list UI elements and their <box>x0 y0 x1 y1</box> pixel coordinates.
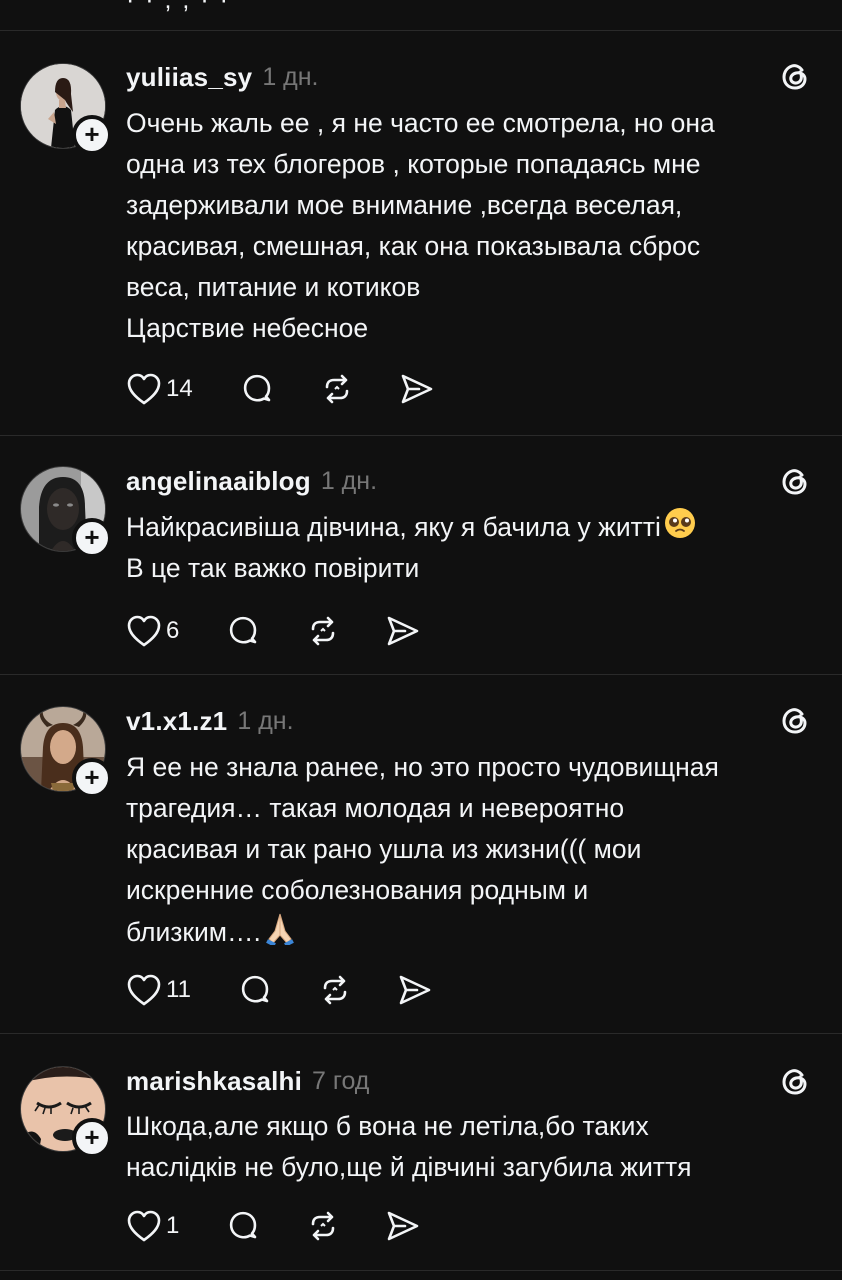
post-v1x1z1[interactable]: + v1.x1.z1 1 дн. Я ее не знала ранее, но… <box>0 675 842 1034</box>
timestamp: 1 дн. <box>320 466 378 495</box>
post-text-line: Найкрасивіша дівчина, яку я бачила у жит… <box>126 506 816 548</box>
post-text-line: Очень жаль ее , я не часто ее смотрела, … <box>126 108 715 138</box>
post-text-line: Я ее не знала ранее, но это просто чудов… <box>126 752 719 782</box>
timestamp: 1 дн. <box>262 62 319 91</box>
reply-button[interactable] <box>225 1208 261 1244</box>
follow-plus-button[interactable]: + <box>72 1118 112 1158</box>
heart-icon <box>127 1210 161 1242</box>
like-count: 6 <box>166 617 180 644</box>
previous-post-bottom: · · , , · · <box>0 0 842 31</box>
repost-button[interactable] <box>319 371 355 407</box>
heart-icon <box>127 974 161 1006</box>
avatar[interactable]: + <box>20 466 112 558</box>
comment-bubble-icon <box>241 975 269 1003</box>
comment-bubble-icon <box>230 1211 257 1239</box>
follow-plus-button[interactable]: + <box>72 518 112 558</box>
folded-hands-emoji <box>265 913 294 945</box>
reply-button[interactable] <box>239 371 275 407</box>
share-button[interactable] <box>397 972 433 1008</box>
follow-plus-button[interactable]: + <box>72 115 112 155</box>
repost-icon <box>323 975 347 1005</box>
repost-button[interactable] <box>305 1208 341 1244</box>
repost-icon <box>325 374 349 404</box>
avatar[interactable]: + <box>20 1066 112 1158</box>
share-button[interactable] <box>399 371 435 407</box>
share-button[interactable] <box>385 1208 421 1244</box>
username[interactable]: v1.x1.z1 <box>126 706 227 737</box>
post-text-line: красивая, смешная, как она показывала сб… <box>126 231 701 261</box>
heart-icon <box>127 615 161 647</box>
post-text-line: задерживали мое внимание ,всегда веселая… <box>126 190 683 220</box>
post-text-line: Шкода,але якщо б вона не летіла,бо таких <box>126 1111 649 1141</box>
post-text-line: искренние соболезнования родным и <box>126 875 589 905</box>
like-button[interactable]: 6 <box>126 614 179 648</box>
username[interactable]: yuliias_sy <box>126 62 252 93</box>
like-button[interactable]: 11 <box>126 973 191 1007</box>
username[interactable]: marishkasalhi <box>126 1066 302 1097</box>
post-text-line: наслідків не було,ще й дівчині загубила … <box>126 1152 692 1182</box>
share-button[interactable] <box>385 613 421 649</box>
send-icon <box>399 975 431 1005</box>
comment-bubble-icon <box>230 616 257 644</box>
threads-icon[interactable] <box>778 59 812 93</box>
threads-icon[interactable] <box>778 464 812 498</box>
post-body: Шкода,але якщо б вона не летіла,бо таких… <box>126 1106 816 1188</box>
threads-icon[interactable] <box>778 1064 812 1098</box>
timestamp: 7 год <box>312 1066 370 1095</box>
threads-icon[interactable] <box>778 703 812 737</box>
post-yuliias-sy[interactable]: + yuliias_sy 1 дн. Очень жаль ее , я не … <box>0 31 842 436</box>
heart-icon <box>127 373 161 405</box>
post-marishkasalhi[interactable]: + marishkasalhi 7 год Шкода,але якщо б в… <box>0 1034 842 1271</box>
avatar[interactable]: + <box>20 706 112 798</box>
send-icon <box>388 1211 419 1241</box>
repost-button[interactable] <box>317 972 353 1008</box>
post-text-line: красивая и так рано ушла из жизни((( мои <box>126 834 642 864</box>
send-icon <box>401 374 433 404</box>
post-body: Очень жаль ее , я не часто ее смотрела, … <box>126 103 816 349</box>
post-text-line: В це так важко повірити <box>126 553 420 583</box>
like-button[interactable]: 1 <box>126 1209 179 1243</box>
post-text-line: одна из тех блогеров , которые попадаясь… <box>126 149 701 179</box>
post-angelinaaiblog[interactable]: + angelinaaiblog 1 дн. Найкрасивіша дівч… <box>0 436 842 675</box>
post-text-line: близким…. <box>126 911 816 953</box>
timestamp: 1 дн. <box>237 706 294 735</box>
like-button[interactable]: 14 <box>126 372 193 406</box>
username[interactable]: angelinaaiblog <box>126 466 311 497</box>
pleading-face-emoji <box>664 508 695 538</box>
post-text-line: веса, питание и котиков <box>126 272 421 302</box>
cut-off-text: · · , , · · <box>126 0 230 14</box>
like-count: 11 <box>166 976 191 1003</box>
reply-button[interactable] <box>237 972 273 1008</box>
avatar[interactable]: + <box>20 63 112 155</box>
post-text-line: Царствие небесное <box>126 313 369 343</box>
repost-button[interactable] <box>305 613 341 649</box>
repost-icon <box>312 616 335 646</box>
send-icon <box>388 616 419 646</box>
like-count: 1 <box>166 1212 180 1239</box>
like-count: 14 <box>166 375 193 402</box>
post-text-line: трагедия… такая молодая и невероятно <box>126 793 625 823</box>
post-body: Найкрасивіша дівчина, яку я бачила у жит… <box>126 506 816 589</box>
repost-icon <box>312 1211 335 1241</box>
reply-button[interactable] <box>225 613 261 649</box>
comment-bubble-icon <box>243 374 271 402</box>
follow-plus-button[interactable]: + <box>72 758 112 798</box>
post-body: Я ее не знала ранее, но это просто чудов… <box>126 747 816 953</box>
